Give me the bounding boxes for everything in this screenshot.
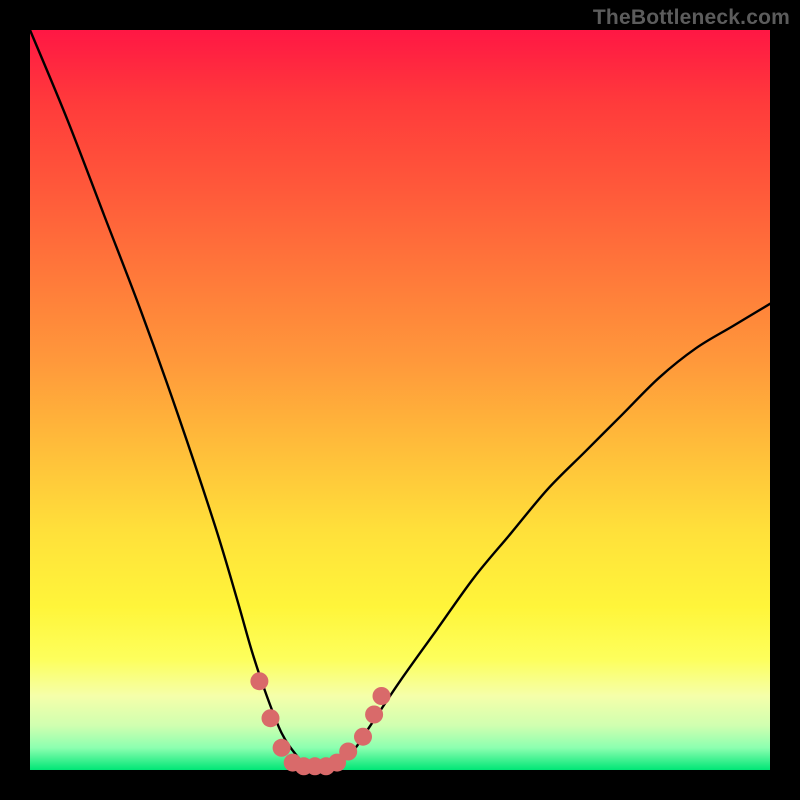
marker-point xyxy=(373,687,391,705)
marker-point xyxy=(339,743,357,761)
marker-point xyxy=(354,728,372,746)
marker-point xyxy=(273,739,291,757)
marker-point xyxy=(365,706,383,724)
bottleneck-curve xyxy=(30,30,770,771)
marker-point xyxy=(250,672,268,690)
watermark-text: TheBottleneck.com xyxy=(593,6,790,30)
chart-frame: TheBottleneck.com xyxy=(0,0,800,800)
marker-point xyxy=(262,709,280,727)
curve-layer xyxy=(30,30,770,770)
marker-group xyxy=(250,672,390,775)
plot-area xyxy=(30,30,770,770)
